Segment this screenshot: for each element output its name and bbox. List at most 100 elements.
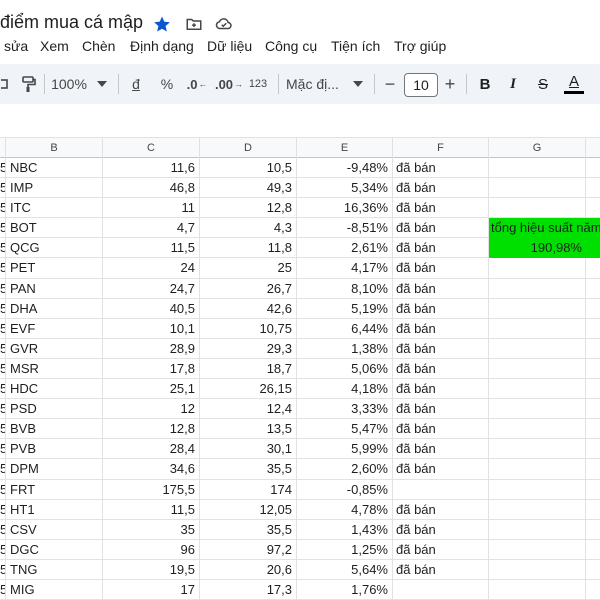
cell-g[interactable] [489, 479, 586, 500]
cell-h[interactable] [586, 480, 600, 500]
cell-performance[interactable]: 1,38% [297, 338, 393, 359]
cell-status[interactable]: đã bán [393, 439, 489, 460]
cell-ticker[interactable]: MIG [6, 579, 103, 600]
cell-status[interactable]: đã bán [393, 399, 489, 420]
chevron-down-icon[interactable] [94, 64, 110, 104]
font-chevron-down-icon[interactable] [350, 64, 366, 104]
cell-status[interactable]: đã bán [393, 459, 489, 480]
cell-ticker[interactable]: ITC [6, 198, 103, 219]
cell-performance[interactable]: 6,44% [297, 318, 393, 339]
cell-performance[interactable]: -9,48% [297, 158, 393, 178]
cell-ticker[interactable]: PVB [6, 439, 103, 460]
cell-g[interactable] [489, 178, 586, 199]
cell-sell-price[interactable]: 4,3 [200, 218, 297, 239]
text-color-button[interactable]: A [562, 64, 586, 104]
cell-buy-price[interactable]: 25,1 [103, 379, 200, 400]
cell-performance[interactable]: 1,25% [297, 539, 393, 560]
move-folder-icon[interactable] [184, 14, 204, 34]
cell-performance[interactable]: 5,06% [297, 358, 393, 379]
cell-sell-price[interactable]: 35,5 [200, 459, 297, 480]
print-icon[interactable] [0, 64, 12, 104]
cell-h[interactable] [586, 299, 600, 319]
cell-status[interactable]: đã bán [393, 379, 489, 400]
cell-g[interactable] [489, 559, 586, 580]
cell-performance[interactable]: 5,64% [297, 559, 393, 580]
cell-performance[interactable]: 5,19% [297, 298, 393, 319]
cell-buy-price[interactable]: 11,5 [103, 499, 200, 520]
cell-sell-price[interactable]: 26,7 [200, 278, 297, 299]
cell-ticker[interactable]: DPM [6, 459, 103, 480]
cell-buy-price[interactable]: 10,1 [103, 318, 200, 339]
cell-status[interactable]: đã bán [393, 338, 489, 359]
cell-buy-price[interactable]: 12 [103, 399, 200, 420]
menu-view[interactable]: Xem [40, 38, 69, 54]
menu-edit[interactable]: sửa [4, 38, 28, 54]
cell-ticker[interactable]: EVF [6, 318, 103, 339]
cell-sell-price[interactable]: 12,8 [200, 198, 297, 219]
cell-buy-price[interactable]: 28,4 [103, 439, 200, 460]
cell-ticker[interactable]: BOT [6, 218, 103, 239]
cell-buy-price[interactable]: 175,5 [103, 479, 200, 500]
cell-status[interactable]: đã bán [393, 238, 489, 259]
cell-buy-price[interactable]: 19,5 [103, 559, 200, 580]
cell-g[interactable] [489, 338, 586, 359]
cell-ticker[interactable]: DGC [6, 539, 103, 560]
cell-ticker[interactable]: BVB [6, 419, 103, 440]
menu-format[interactable]: Định dạng [130, 38, 194, 54]
cell-sell-price[interactable]: 174 [200, 479, 297, 500]
cell-buy-price[interactable]: 12,8 [103, 419, 200, 440]
cell-buy-price[interactable]: 34,6 [103, 459, 200, 480]
cell-sell-price[interactable]: 97,2 [200, 539, 297, 560]
cell-performance[interactable]: 4,78% [297, 499, 393, 520]
document-title[interactable]: điểm mua cá mập [0, 12, 143, 33]
cell-status[interactable]: đã bán [393, 318, 489, 339]
cell-performance[interactable]: 5,99% [297, 439, 393, 460]
cell-sell-price[interactable]: 26,15 [200, 379, 297, 400]
cell-performance[interactable]: 5,47% [297, 419, 393, 440]
increase-decimal-button[interactable]: .00 → [214, 64, 244, 104]
menu-data[interactable]: Dữ liệu [207, 38, 252, 54]
cell-buy-price[interactable]: 11,5 [103, 238, 200, 259]
cell-buy-price[interactable]: 28,9 [103, 338, 200, 359]
cell-g[interactable] [489, 318, 586, 339]
zoom-select[interactable]: 100% [48, 64, 90, 104]
menu-help[interactable]: Trợ giúp [394, 38, 446, 54]
decrease-font-size-button[interactable]: − [380, 64, 400, 104]
star-icon[interactable] [152, 14, 172, 34]
cell-sell-price[interactable]: 20,6 [200, 559, 297, 580]
summary-cell[interactable]: tổng hiệu suất năm 190,98% [489, 218, 600, 259]
cell-g[interactable] [489, 579, 586, 600]
cell-g[interactable] [489, 198, 586, 219]
cell-performance[interactable]: 5,34% [297, 178, 393, 199]
cell-h[interactable] [586, 520, 600, 540]
cell-status[interactable]: đã bán [393, 158, 489, 178]
cell-ticker[interactable]: QCG [6, 238, 103, 259]
cell-buy-price[interactable]: 35 [103, 519, 200, 540]
cell-sell-price[interactable]: 10,5 [200, 158, 297, 178]
currency-format-button[interactable]: đ [126, 64, 146, 104]
cell-performance[interactable]: 3,33% [297, 399, 393, 420]
cell-h[interactable] [586, 379, 600, 399]
cell-h[interactable] [586, 540, 600, 560]
cell-ticker[interactable]: PET [6, 258, 103, 279]
cell-g[interactable] [489, 499, 586, 520]
cell-g[interactable] [489, 539, 586, 560]
cell-performance[interactable]: 4,18% [297, 379, 393, 400]
cell-buy-price[interactable]: 40,5 [103, 298, 200, 319]
cell-status[interactable]: đã bán [393, 559, 489, 580]
cell-g[interactable] [489, 419, 586, 440]
cloud-saved-icon[interactable] [214, 14, 234, 34]
increase-font-size-button[interactable]: + [440, 64, 460, 104]
cell-h[interactable] [586, 258, 600, 278]
cell-buy-price[interactable]: 46,8 [103, 178, 200, 199]
cell-g[interactable] [489, 519, 586, 540]
cell-sell-price[interactable]: 13,5 [200, 419, 297, 440]
percent-format-button[interactable]: % [156, 64, 178, 104]
cell-status[interactable]: đã bán [393, 258, 489, 279]
paint-format-icon[interactable] [16, 64, 42, 104]
cell-ticker[interactable]: DHA [6, 298, 103, 319]
cell-h[interactable] [586, 419, 600, 439]
cell-g[interactable] [489, 298, 586, 319]
cell-sell-price[interactable]: 10,75 [200, 318, 297, 339]
cell-h[interactable] [586, 158, 600, 178]
